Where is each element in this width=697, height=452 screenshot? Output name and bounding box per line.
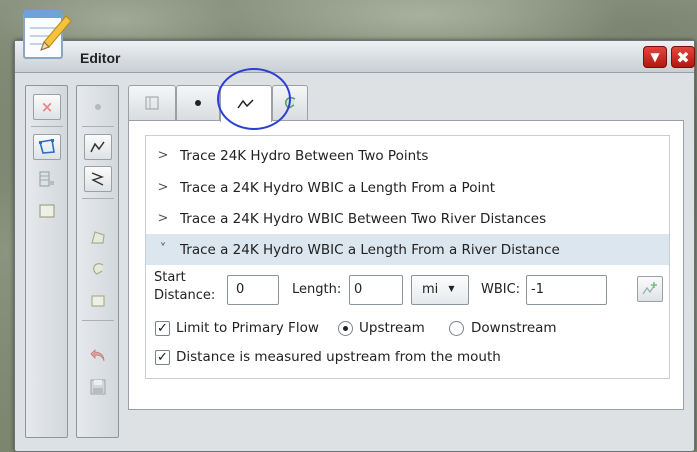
unit-value: mi <box>422 282 439 297</box>
point-tab-icon <box>195 100 201 106</box>
toolbar-divider <box>82 320 114 321</box>
close-button[interactable]: ✖ <box>671 46 695 68</box>
chevron-down-icon: ˅ <box>159 242 167 257</box>
vertex-icon <box>91 295 105 307</box>
toolbar-left: × <box>25 85 68 438</box>
polygon-tool-button[interactable] <box>84 224 112 250</box>
title-bar[interactable]: Editor ▼ ✖ <box>15 41 695 73</box>
delete-button[interactable]: × <box>33 94 61 120</box>
list-item-label: Trace 24K Hydro Between Two Points <box>180 147 429 164</box>
undo-button[interactable] <box>84 342 112 368</box>
measured-from-mouth-checkbox[interactable]: ✓ <box>155 350 170 365</box>
trace-options-list: > Trace 24K Hydro Between Two Points > T… <box>145 135 670 379</box>
length-label: Length: <box>292 282 342 297</box>
downstream-label: Downstream <box>471 320 557 336</box>
close-icon: ✖ <box>676 47 690 67</box>
limit-primary-flow-checkbox[interactable]: ✓ <box>155 321 170 336</box>
curve-icon <box>93 263 104 275</box>
curve-tool-button[interactable] <box>84 256 112 282</box>
measured-from-mouth-label: Distance is measured upstream from the m… <box>176 349 501 365</box>
chevron-down-icon: ▼ <box>650 50 660 64</box>
downstream-radio[interactable] <box>449 321 464 336</box>
toolbar-right <box>76 85 119 438</box>
wbic-input[interactable]: -1 <box>526 275 607 305</box>
toolbar-divider <box>31 126 63 127</box>
save-button[interactable] <box>84 374 112 400</box>
length-input[interactable]: 0 <box>349 275 403 305</box>
editor-pencil-icon <box>22 6 72 62</box>
minimize-button[interactable]: ▼ <box>643 46 667 68</box>
list-item[interactable]: > Trace a 24K Hydro WBIC Between Two Riv… <box>146 203 669 234</box>
chevron-right-icon: > <box>157 148 169 163</box>
point-tool-button[interactable] <box>84 94 112 120</box>
select-polygon-button[interactable] <box>33 134 61 160</box>
window-title: Editor <box>80 50 121 66</box>
highlight-circle <box>217 68 291 130</box>
layer-tab-icon <box>145 96 159 110</box>
tab-point[interactable] <box>176 85 220 120</box>
tab-layer[interactable] <box>128 85 176 120</box>
chevron-right-icon: > <box>157 211 169 226</box>
add-trace-button[interactable] <box>637 276 663 302</box>
add-trace-icon <box>642 282 657 295</box>
start-distance-input[interactable]: 0 <box>227 275 279 305</box>
attribute-table-button[interactable] <box>33 166 61 192</box>
start-distance-label-2: Distance: <box>154 288 216 303</box>
list-item[interactable]: > Trace a 24K Hydro WBIC a Length From a… <box>146 172 669 203</box>
list-item-label: Trace a 24K Hydro WBIC Between Two River… <box>180 210 547 227</box>
select-rect-icon <box>39 204 55 218</box>
list-item[interactable]: > Trace 24K Hydro Between Two Points <box>146 140 669 171</box>
trace-line-icon <box>90 141 105 153</box>
reshape-icon <box>91 172 105 186</box>
vertex-tool-button[interactable] <box>84 288 112 314</box>
list-item-label: Trace a 24K Hydro WBIC a Length From a R… <box>180 241 560 258</box>
list-item-selected[interactable]: ˅ Trace a 24K Hydro WBIC a Length From a… <box>146 234 669 265</box>
delete-icon: × <box>40 98 54 116</box>
select-polygon-icon <box>38 139 55 154</box>
reshape-button[interactable] <box>84 166 112 192</box>
toolbar-divider <box>82 198 114 199</box>
select-rect-button[interactable] <box>33 198 61 224</box>
trace-line-button[interactable] <box>84 134 112 160</box>
attribute-table-icon <box>39 171 54 187</box>
point-icon <box>95 104 101 110</box>
polygon-icon <box>91 231 105 244</box>
chevron-right-icon: > <box>157 180 169 195</box>
upstream-label: Upstream <box>359 320 425 336</box>
chevron-down-icon: ▼ <box>448 284 455 293</box>
limit-primary-flow-label: Limit to Primary Flow <box>176 320 319 336</box>
unit-dropdown[interactable]: mi ▼ <box>411 275 469 305</box>
undo-icon <box>90 349 105 362</box>
wbic-label: WBIC: <box>481 282 521 297</box>
trace-panel: > Trace 24K Hydro Between Two Points > T… <box>128 120 684 410</box>
toolbar-divider <box>82 126 114 127</box>
start-distance-label: Start <box>154 270 186 285</box>
upstream-radio[interactable] <box>338 321 353 336</box>
save-icon <box>90 379 106 395</box>
list-item-label: Trace a 24K Hydro WBIC a Length From a P… <box>180 179 496 196</box>
